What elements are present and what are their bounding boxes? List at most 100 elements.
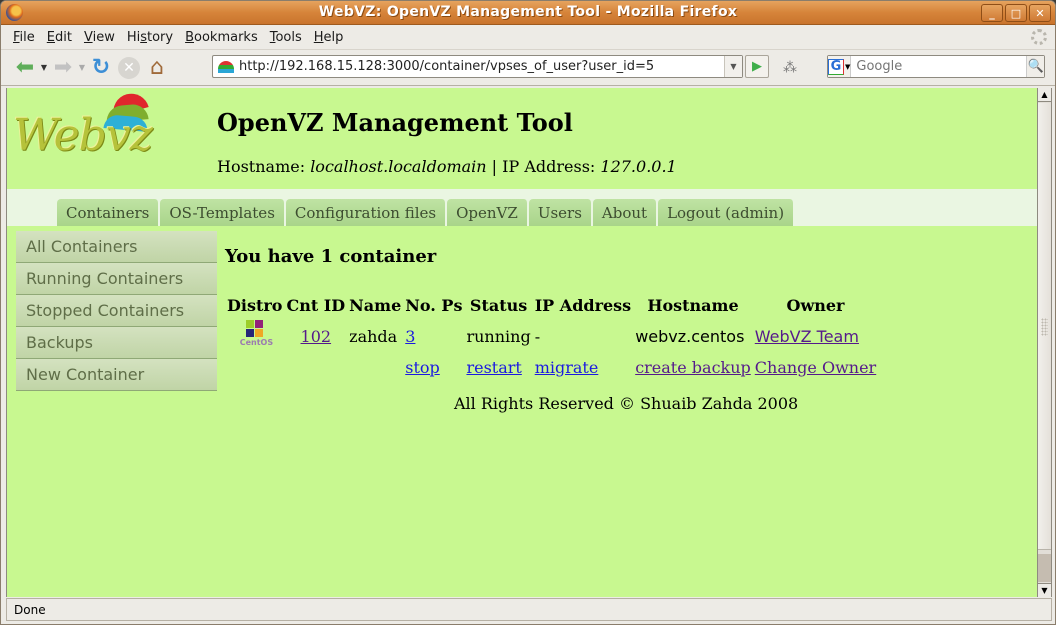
hostname-value: localhost.localdomain [310, 157, 487, 176]
distro-label: CentOS [239, 338, 274, 347]
column-ip-address: IP Address [534, 295, 632, 315]
main-nav: Containers OS-Templates Configuration fi… [7, 189, 1037, 226]
menu-bar: File Edit View History Bookmarks Tools H… [1, 25, 1055, 50]
table-actions-row: stop restart migrate create backup Chang… [227, 353, 876, 382]
close-button[interactable]: ✕ [1029, 4, 1051, 22]
chevron-down-icon: ▼ [845, 62, 851, 71]
status-text: Done [14, 602, 46, 617]
url-history-dropdown[interactable]: ▼ [724, 56, 742, 77]
menu-label: tory [147, 29, 174, 45]
scrollbar-thumb[interactable] [1038, 103, 1051, 550]
tab-openvz[interactable]: OpenVZ [447, 199, 528, 226]
migrate-link[interactable]: migrate [535, 358, 599, 377]
container-status: running [466, 326, 531, 346]
sidebar-item-all-containers[interactable]: All Containers [16, 231, 217, 263]
webvz-logo[interactable]: Webvz [11, 89, 153, 170]
menu-edit[interactable]: Edit [41, 30, 78, 45]
sidebar-item-running-containers[interactable]: Running Containers [16, 263, 217, 295]
sidebar-item-backups[interactable]: Backups [16, 327, 217, 359]
tab-users[interactable]: Users [528, 199, 592, 226]
address-bar[interactable]: http://192.168.15.128:3000/container/vps… [212, 55, 743, 78]
create-backup-link[interactable]: create backup [635, 358, 751, 377]
minimize-button[interactable]: _ [981, 4, 1003, 22]
scrollbar-track[interactable] [1038, 554, 1051, 582]
grip-icon [1041, 318, 1048, 336]
menu-history[interactable]: History [121, 30, 179, 45]
back-arrow-icon: ⬅ [15, 55, 35, 80]
maximize-button[interactable]: □ [1005, 4, 1027, 22]
column-hostname: Hostname [647, 295, 739, 315]
ip-label: IP Address: [502, 157, 601, 176]
home-button[interactable]: ⌂ [143, 54, 171, 82]
go-button[interactable]: ▶ [745, 55, 769, 78]
menu-label: iew [92, 29, 115, 45]
search-bar: G ▼ 🔍 [827, 55, 1045, 78]
throbber-icon [1031, 29, 1047, 45]
vertical-scrollbar[interactable]: ▲ ▼ [1037, 88, 1052, 597]
column-no-ps: No. Ps [405, 295, 463, 315]
column-owner: Owner [786, 295, 845, 315]
restart-link[interactable]: restart [466, 358, 521, 377]
host-info: Hostname: localhost.localdomain | IP Add… [217, 157, 677, 176]
browser-window: WebVZ: OpenVZ Management Tool - Mozilla … [0, 0, 1056, 625]
go-arrow-icon: ▶ [752, 59, 762, 74]
menu-label: dit [55, 29, 72, 45]
centos-icon: CentOS [239, 319, 274, 349]
search-input[interactable] [851, 59, 1027, 74]
container-name: zahda [349, 326, 398, 346]
containers-table: Distro Cnt ID Name No. Ps Status IP Addr… [223, 291, 880, 382]
container-id-link[interactable]: 102 [301, 327, 332, 346]
hostname-label: Hostname: [217, 157, 311, 176]
menu-file[interactable]: File [7, 30, 41, 45]
menu-accel: V [83, 29, 93, 45]
forward-button[interactable]: ➡ [49, 54, 77, 82]
search-engine-selector[interactable]: G ▼ [828, 56, 852, 77]
logo-text: Webvz [13, 110, 153, 161]
distro-cell: CentOS [227, 319, 282, 353]
title-bar: WebVZ: OpenVZ Management Tool - Mozilla … [1, 1, 1055, 25]
menu-label: elp [323, 29, 344, 45]
tab-configuration-files[interactable]: Configuration files [285, 199, 447, 226]
column-name: Name [349, 295, 402, 315]
forward-history-dropdown[interactable]: ▼ [77, 63, 87, 72]
extension-icon[interactable]: ⁂ [783, 60, 799, 76]
menu-tools[interactable]: Tools [264, 30, 308, 45]
menu-label: ile [19, 29, 35, 45]
sidebar-item-new-container[interactable]: New Container [16, 359, 217, 391]
column-status: Status [469, 295, 528, 315]
reload-button[interactable]: ↻ [87, 54, 115, 82]
tab-logout[interactable]: Logout (admin) [658, 199, 795, 226]
ip-value: 127.0.0.1 [600, 157, 677, 176]
magnifier-icon: 🔍 [1027, 59, 1044, 74]
back-button[interactable]: ⬅ [11, 54, 39, 82]
menu-bookmarks[interactable]: Bookmarks [179, 30, 264, 45]
owner-link[interactable]: WebVZ Team [755, 327, 859, 346]
tab-containers[interactable]: Containers [57, 199, 160, 226]
change-owner-link[interactable]: Change Owner [755, 358, 876, 377]
host-separator: | [486, 157, 503, 176]
stop-link[interactable]: stop [405, 358, 440, 377]
container-count-heading: You have 1 container [225, 246, 437, 267]
container-hostname: webvz.centos [635, 326, 745, 346]
menu-label: Hi [126, 29, 141, 45]
scroll-up-button[interactable]: ▲ [1038, 88, 1051, 102]
menu-accel: B [185, 29, 195, 45]
menu-view[interactable]: View [78, 30, 121, 45]
sidebar-item-stopped-containers[interactable]: Stopped Containers [16, 295, 217, 327]
url-input[interactable]: http://192.168.15.128:3000/container/vps… [239, 59, 724, 74]
search-button[interactable]: 🔍 [1026, 56, 1044, 77]
footer-copyright: All Rights Reserved © Shuaib Zahda 2008 [454, 394, 799, 413]
column-distro: Distro [227, 295, 283, 315]
menu-label: ools [275, 29, 302, 45]
site-title: OpenVZ Management Tool [217, 108, 573, 137]
column-cnt-id: Cnt ID [286, 295, 346, 315]
scroll-down-button[interactable]: ▼ [1038, 583, 1051, 597]
stop-icon: ✕ [118, 56, 140, 79]
stop-button[interactable]: ✕ [115, 54, 143, 82]
process-count-link[interactable]: 3 [405, 327, 415, 346]
tab-os-templates[interactable]: OS-Templates [160, 199, 285, 226]
tab-about[interactable]: About [592, 199, 658, 226]
back-history-dropdown[interactable]: ▼ [39, 63, 49, 72]
window-title: WebVZ: OpenVZ Management Tool - Mozilla … [318, 4, 738, 20]
menu-help[interactable]: Help [308, 30, 350, 45]
